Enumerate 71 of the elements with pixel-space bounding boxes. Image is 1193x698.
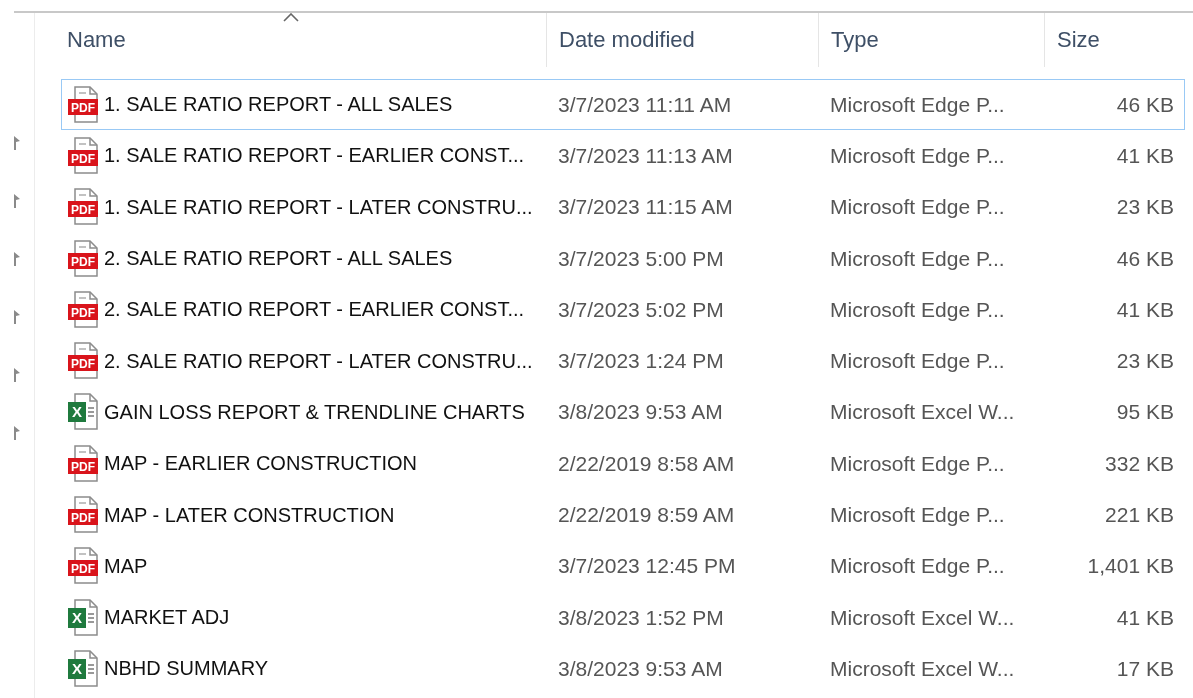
date-modified: 2/22/2019 8:59 AM: [558, 503, 735, 527]
date-modified: 3/8/2023 9:53 AM: [558, 400, 723, 425]
date-modified: 3/7/2023 12:45 PM: [558, 554, 736, 579]
date-modified: 3/7/2023 11:13 AM: [558, 143, 733, 168]
file-name: MAP: [104, 554, 148, 578]
file-type: Microsoft Excel W...: [830, 656, 1015, 681]
file-name: 2. SALE RATIO REPORT - EARLIER CONST...: [104, 298, 525, 322]
expand-arrow-icon[interactable]: [13, 135, 21, 151]
expand-arrow-icon[interactable]: [13, 425, 21, 441]
file-name: MAP - LATER CONSTRUCTION: [104, 503, 395, 527]
file-size: 46 KB: [1116, 92, 1174, 117]
column-header[interactable]: Type: [819, 13, 1045, 67]
file-type: Microsoft Edge P...: [830, 92, 1005, 117]
file-row[interactable]: PDF 1. SALE RATIO REPORT - EARLIER CONST... 3/7/2023 11:13 AM Microsoft Edge P... 41 KB: [61, 130, 1185, 182]
file-name: 1. SALE RATIO REPORT - EARLIER CONST...: [104, 144, 525, 168]
file-type: Microsoft Excel W...: [830, 400, 1015, 425]
file-name: 1. SALE RATIO REPORT - LATER CONSTRU...: [104, 195, 533, 219]
file-size: 332 KB: [1105, 451, 1174, 476]
file-type: Microsoft Edge P...: [830, 349, 1005, 374]
file-type: Microsoft Edge P...: [830, 451, 1005, 476]
date-modified: 3/7/2023 11:15 AM: [558, 195, 733, 220]
expand-arrow-icon[interactable]: [13, 367, 21, 383]
file-size: 221 KB: [1105, 503, 1174, 527]
file-name: 1. SALE RATIO REPORT - ALL SALES: [104, 93, 453, 117]
file-row[interactable]: PDF 2. SALE RATIO REPORT - EARLIER CONST... 3/7/2023 5:02 PM Microsoft Edge P... 41 KB: [61, 284, 1185, 336]
file-name: 2. SALE RATIO REPORT - LATER CONSTRU...: [104, 349, 533, 373]
file-type: Microsoft Edge P...: [830, 143, 1005, 168]
file-name: GAIN LOSS REPORT & TRENDLINE CHARTS: [104, 400, 525, 424]
file-row[interactable]: X MARKET ADJ 3/8/2023 1:52 PM Microsoft Excel W... 41 KB: [61, 591, 1185, 644]
date-modified: 3/7/2023 11:11 AM: [558, 92, 732, 117]
column-header[interactable]: Date modified: [547, 13, 819, 67]
date-modified: 3/7/2023 5:00 PM: [558, 246, 724, 271]
sort-caret-icon: [282, 13, 299, 22]
file-name: 2. SALE RATIO REPORT - ALL SALES: [104, 247, 453, 271]
file-row[interactable]: X NBHD SUMMARY 3/8/2023 9:53 AM Microsoft Excel W... 17 KB: [61, 643, 1185, 695]
file-type: Microsoft Edge P...: [830, 503, 1005, 527]
file-size: 41 KB: [1116, 143, 1174, 168]
file-type: Microsoft Edge P...: [830, 297, 1005, 322]
file-type: Microsoft Edge P...: [830, 195, 1005, 220]
file-size: 23 KB: [1116, 195, 1174, 220]
file-name: MARKET ADJ: [104, 606, 230, 630]
file-name: MAP - EARLIER CONSTRUCTION: [104, 452, 417, 476]
expand-arrow-icon[interactable]: [13, 193, 21, 209]
expand-arrow-icon[interactable]: [13, 309, 21, 325]
file-row[interactable]: PDF MAP 3/7/2023 12:45 PM Microsoft Edge P... 1,401 KB: [61, 540, 1185, 592]
file-row[interactable]: PDF 1. SALE RATIO REPORT - LATER CONSTRU... 3/7/2023 11:15 AM Microsoft Edge P... 23 KB: [61, 181, 1185, 233]
file-row[interactable]: X GAIN LOSS REPORT & TRENDLINE CHARTS 3/8/2023 9:53 AM Microsoft Excel W... 95 KB: [61, 386, 1185, 439]
file-row[interactable]: PDF MAP - EARLIER CONSTRUCTION 2/22/2019 8:58 AM Microsoft Edge P... 332 KB: [61, 438, 1185, 490]
expand-arrow-icon[interactable]: [13, 251, 21, 267]
file-size: 23 KB: [1116, 349, 1174, 374]
file-type: Microsoft Edge P...: [830, 554, 1005, 579]
date-modified: 3/8/2023 1:52 PM: [558, 605, 724, 630]
date-modified: 3/7/2023 1:24 PM: [558, 349, 724, 374]
file-type: Microsoft Excel W...: [830, 605, 1015, 630]
file-size: 95 KB: [1116, 400, 1174, 425]
date-modified: 3/7/2023 5:02 PM: [558, 297, 724, 322]
file-size: 41 KB: [1116, 297, 1174, 322]
column-header[interactable]: Name: [35, 13, 547, 67]
file-name: NBHD SUMMARY: [104, 657, 269, 681]
file-type: Microsoft Edge P...: [830, 246, 1005, 271]
file-size: 46 KB: [1116, 246, 1174, 271]
file-row[interactable]: PDF 1. SALE RATIO REPORT - ALL SALES 3/7/2023 11:11 AM Microsoft Edge P... 46 KB: [61, 79, 1185, 131]
date-modified: 2/22/2019 8:58 AM: [558, 451, 735, 476]
file-size: 17 KB: [1116, 656, 1174, 681]
file-row[interactable]: PDF MAP - LATER CONSTRUCTION 2/22/2019 8:59 AM Microsoft Edge P... 221 KB: [61, 489, 1185, 541]
file-size: 1,401 KB: [1087, 554, 1174, 579]
file-size: 41 KB: [1116, 605, 1174, 630]
file-row[interactable]: PDF 2. SALE RATIO REPORT - LATER CONSTRU... 3/7/2023 1:24 PM Microsoft Edge P... 23 KB: [61, 335, 1185, 387]
file-row[interactable]: PDF 2. SALE RATIO REPORT - ALL SALES 3/7/2023 5:00 PM Microsoft Edge P... 46 KB: [61, 232, 1185, 285]
date-modified: 3/8/2023 9:53 AM: [558, 656, 723, 681]
column-header[interactable]: Size: [1045, 13, 1185, 67]
